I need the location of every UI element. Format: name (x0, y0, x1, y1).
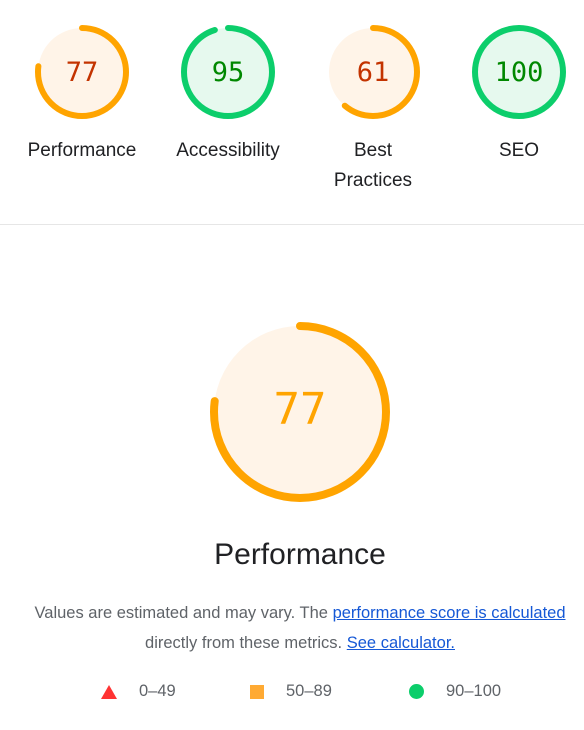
gauge-score: 100 (495, 57, 544, 88)
legend-range: 50–89 (286, 682, 332, 700)
gauge-label: SEO (498, 140, 540, 161)
legend-range: 0–49 (139, 682, 176, 700)
gauge-performance[interactable]: 77 Performance (12, 22, 152, 166)
description-text-continued: directly from these metrics. (145, 634, 343, 652)
performance-gauge-large: 77 (210, 322, 390, 502)
gauge-ring: 61 (326, 25, 420, 119)
gauge-ring: 100 (472, 25, 566, 119)
triangle-icon (101, 684, 117, 699)
gauge-accessibility[interactable]: 95 Accessibility (158, 22, 298, 166)
gauge-ring: 95 (181, 25, 275, 119)
score-scale-legend: 0–49 50–89 90–100 (0, 682, 584, 706)
gauge-score: 77 (66, 57, 99, 88)
gauge-label: Performance (27, 140, 137, 161)
legend-item-pass: 90–100 (409, 682, 501, 701)
performance-description: Values are estimated and may vary. The p… (0, 598, 584, 658)
performance-score-link[interactable]: performance score is calculated (333, 604, 566, 622)
gauge-label: Accessibility (176, 140, 280, 161)
legend-item-average: 50–89 (250, 682, 332, 701)
section-divider (0, 224, 584, 225)
gauge-best-practices[interactable]: 61 Best Practices (303, 22, 443, 196)
performance-score-large: 77 (274, 384, 327, 435)
square-icon (250, 684, 264, 699)
gauge-ring: 77 (35, 25, 129, 119)
gauge-score: 95 (212, 57, 245, 88)
score-summary: 77 Performance 95 Accessibility 61 Best … (0, 0, 584, 224)
performance-title: Performance (214, 538, 386, 571)
circle-icon (409, 684, 424, 699)
description-text: Values are estimated and may vary. The (34, 604, 333, 622)
legend-item-fail: 0–49 (101, 682, 176, 701)
gauge-score: 61 (357, 57, 390, 88)
gauge-label: Best Practices (333, 140, 413, 191)
gauge-seo[interactable]: 100 SEO (449, 22, 584, 166)
legend-range: 90–100 (446, 682, 502, 700)
see-calculator-link[interactable]: See calculator. (347, 634, 455, 652)
